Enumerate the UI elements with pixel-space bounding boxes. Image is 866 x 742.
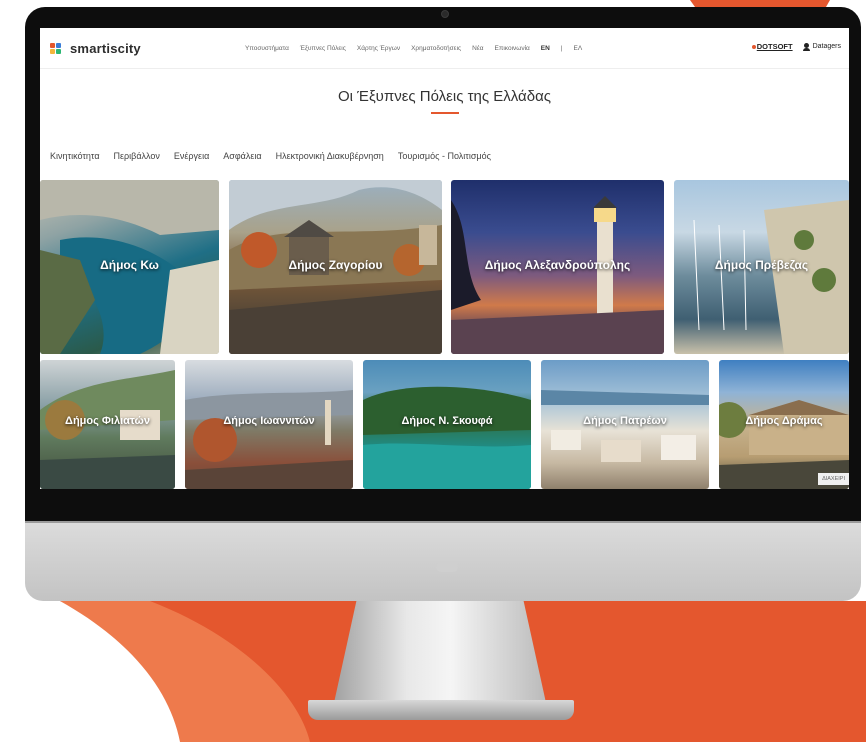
monitor-stand-base [308, 700, 574, 720]
logo-mark-icon [50, 42, 62, 55]
nav-projects-map[interactable]: Χάρτης Έργων [357, 45, 400, 52]
apple-logo [436, 562, 458, 572]
lang-el[interactable]: ΕΛ [574, 45, 583, 52]
logo-text: smartiscity [70, 41, 141, 56]
tab-mobility[interactable]: Κινητικότητα [50, 151, 100, 161]
city-card-ioannina[interactable]: Δήμος Ιωαννιτών [185, 360, 353, 489]
monitor-stand [334, 601, 546, 701]
user-account[interactable]: Datagers [802, 42, 841, 51]
city-card-kos[interactable]: Δήμος Κω [40, 180, 219, 354]
city-label: Δήμος Πρέβεζας [714, 258, 809, 272]
title-underline [431, 112, 459, 114]
city-label: Δήμος Πατρέων [583, 415, 667, 427]
camera-icon [441, 10, 449, 18]
nav-contact[interactable]: Επικοινωνία [495, 45, 530, 52]
lang-en[interactable]: EN [541, 45, 550, 52]
lang-separator: | [560, 45, 563, 52]
dotsoft-dot-icon [751, 45, 756, 50]
city-label: Δήμος Δράμας [745, 415, 823, 427]
tab-safety[interactable]: Ασφάλεια [223, 151, 261, 161]
city-label: Δήμος Ιωαννιτών [223, 415, 315, 427]
category-tabs: Κινητικότητα Περιβάλλον Ενέργεια Ασφάλει… [50, 151, 491, 161]
main-menu: Υποσυστήματα Έξυπνες Πόλεις Χάρτης Έργων… [245, 45, 582, 52]
top-navigation: smartiscity Υποσυστήματα Έξυπνες Πόλεις … [40, 28, 849, 69]
site-logo[interactable]: smartiscity [50, 41, 141, 56]
tab-tourism-culture[interactable]: Τουρισμός - Πολιτισμός [398, 151, 491, 161]
tab-environment[interactable]: Περιβάλλον [114, 151, 160, 161]
header-right: DOTSOFT Datagers [751, 42, 841, 51]
city-card-filiates[interactable]: Δήμος Φιλιατών [40, 360, 175, 489]
city-card-patras[interactable]: Δήμος Πατρέων [541, 360, 709, 489]
city-card-n-skoufa[interactable]: Δήμος Ν. Σκουφά [363, 360, 531, 489]
city-label: Δήμος Ζαγορίου [288, 258, 383, 272]
city-card-zagori[interactable]: Δήμος Ζαγορίου [229, 180, 442, 354]
city-label: Δήμος Αλεξανδρούπολης [484, 258, 631, 272]
page-title: Οι Έξυπνες Πόλεις της Ελλάδας [338, 88, 551, 105]
nav-news[interactable]: Νέα [472, 45, 483, 52]
chin-divider [25, 521, 861, 523]
monitor-chin [25, 521, 861, 601]
city-label: Δήμος Φιλιατών [65, 415, 150, 427]
nav-smart-cities[interactable]: Έξυπνες Πόλεις [300, 45, 346, 52]
tab-e-government[interactable]: Ηλεκτρονική Διακυβέρνηση [276, 151, 384, 161]
nav-subsystems[interactable]: Υποσυστήματα [245, 45, 289, 52]
city-label: Δήμος Ν. Σκουφά [401, 415, 493, 427]
city-card-alexandroupoli[interactable]: Δήμος Αλεξανδρούπολης [451, 180, 664, 354]
tab-energy[interactable]: Ενέργεια [174, 151, 209, 161]
city-label: Δήμος Κω [100, 258, 159, 272]
city-card-preveza[interactable]: Δήμος Πρέβεζας [674, 180, 849, 354]
nav-fundings[interactable]: Χρηματοδοτήσεις [411, 45, 461, 52]
dotsoft-text: DOTSOFT [756, 42, 793, 51]
manage-button[interactable]: ΔΙΑΧΕΙΡΙ [818, 473, 849, 485]
dotsoft-logo[interactable]: DOTSOFT [751, 42, 793, 51]
user-icon [802, 42, 810, 51]
website-screen: smartiscity Υποσυστήματα Έξυπνες Πόλεις … [40, 28, 849, 489]
user-name: Datagers [812, 43, 841, 50]
city-card-drama[interactable]: Δήμος Δράμας ΔΙΑΧΕΙΡΙ [719, 360, 849, 489]
